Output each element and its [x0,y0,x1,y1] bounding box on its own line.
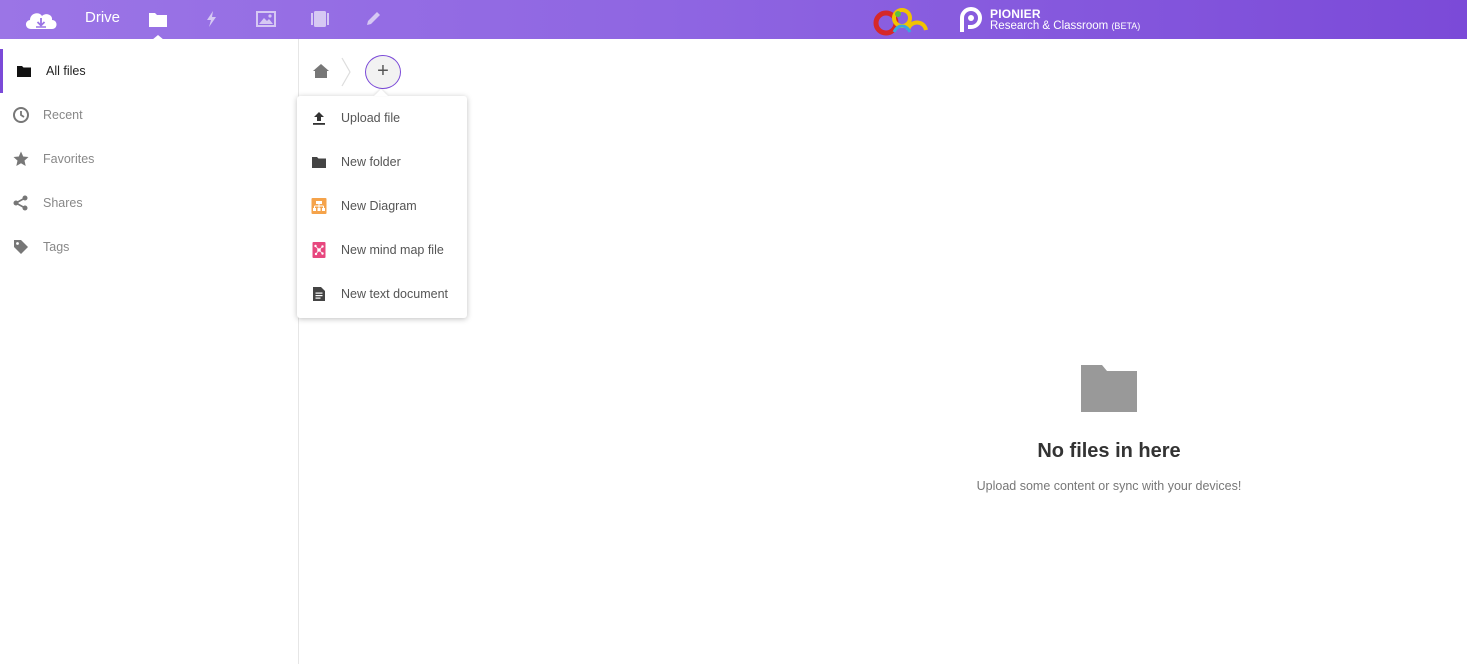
top-header: Drive PIONIER Research & Classroom (BETA… [0,0,1467,40]
pionier-logo-icon [960,7,982,32]
new-file-menu: Upload file New folder New Diagram New m… [297,96,467,318]
files-icon[interactable] [147,9,169,40]
empty-state-title: No files in here [1037,440,1181,462]
app-name[interactable]: Drive [85,9,120,26]
folder-icon [312,157,326,168]
sidebar-item-label: Recent [43,108,83,122]
photos-icon[interactable] [255,9,277,29]
sidebar-item-label: All files [46,64,86,78]
sidebar-item-label: Favorites [43,152,95,166]
menu-item-label: Upload file [341,111,401,125]
star-icon [13,151,29,166]
menu-item-new-diagram[interactable]: New Diagram [297,184,467,228]
folder-icon [17,66,31,77]
menu-item-new-mind-map[interactable]: New mind map file [297,228,467,272]
menu-item-new-text-document[interactable]: New text document [297,272,467,316]
tag-icon [14,240,28,254]
sidebar-item-all-files[interactable]: All files [0,49,298,93]
menu-item-label: New Diagram [341,199,417,213]
sidebar-item-favorites[interactable]: Favorites [0,137,298,181]
text-document-icon [313,287,325,301]
beta-label: (BETA) [1111,21,1141,31]
menu-item-label: New folder [341,155,401,169]
empty-state-subtitle: Upload some content or sync with your de… [976,479,1242,493]
sidebar-item-recent[interactable]: Recent [0,93,298,137]
brand-name: PIONIER [990,7,1041,21]
plus-icon: + [377,60,389,82]
breadcrumb-separator [341,57,351,87]
diagram-icon [311,198,327,214]
menu-item-upload-file[interactable]: Upload file [297,96,467,140]
sidebar: All files Recent Favorites Shares Tags [0,39,299,664]
home-icon[interactable] [312,62,330,80]
add-new-button[interactable]: + [365,55,401,89]
mindmap-icon [312,242,326,258]
cloud-logo-icon[interactable] [22,7,60,33]
sidebar-item-shares[interactable]: Shares [0,181,298,225]
sidebar-item-label: Tags [43,240,70,254]
sidebar-item-tags[interactable]: Tags [0,225,298,269]
empty-folder-icon [1081,365,1137,412]
clock-icon [13,107,29,123]
brand-subtitle: Research & Classroom (BETA) [990,20,1141,32]
menu-item-label: New text document [341,287,448,301]
notes-icon[interactable] [363,9,385,29]
upload-icon [313,112,325,125]
menu-item-new-folder[interactable]: New folder [297,140,467,184]
deck-icon[interactable] [309,9,331,29]
sidebar-item-label: Shares [43,196,83,210]
menu-item-label: New mind map file [341,243,444,257]
share-icon [13,195,28,211]
activity-icon[interactable] [201,9,223,29]
eosc-logo-icon [873,8,928,36]
